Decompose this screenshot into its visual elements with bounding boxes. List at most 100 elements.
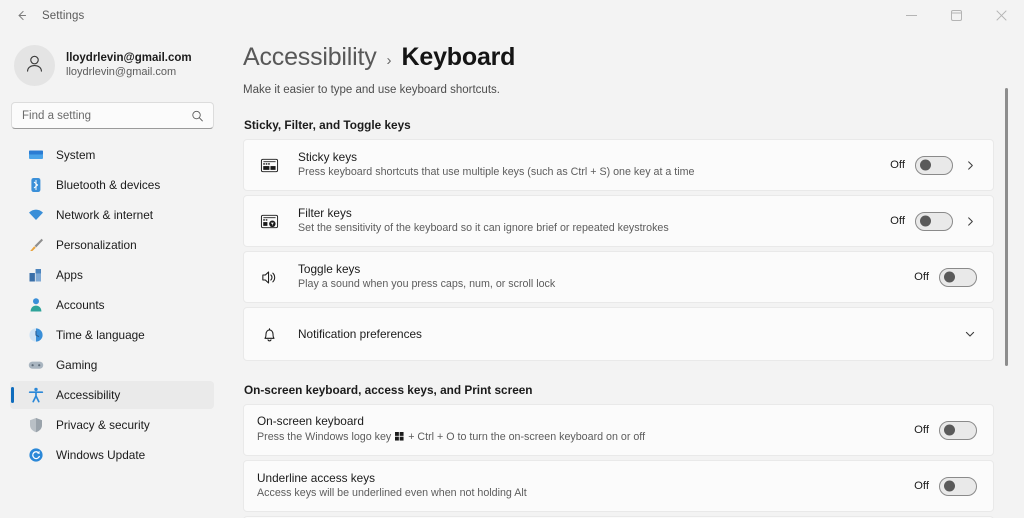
sidebar-item-gaming[interactable]: Gaming: [10, 351, 214, 379]
app-title: Settings: [42, 9, 85, 22]
toggle-state-label: Off: [914, 271, 929, 283]
accessibility-icon: [27, 387, 44, 404]
content-scrollbar[interactable]: [1005, 88, 1008, 366]
sidebar-item-label: Accessibility: [56, 388, 121, 402]
sidebar-item-label: Windows Update: [56, 448, 146, 462]
setting-description: Press the Windows logo key + Ctrl + O to…: [257, 431, 914, 446]
section-title-sticky-filter-toggle: Sticky, Filter, and Toggle keys: [244, 118, 411, 132]
minimize-button[interactable]: [889, 0, 934, 31]
sidebar-item-accounts[interactable]: Accounts: [10, 291, 214, 319]
breadcrumb-separator-icon: ›: [386, 52, 392, 69]
sidebar-item-apps[interactable]: Apps: [10, 261, 214, 289]
filter-keys-toggle[interactable]: [915, 211, 953, 231]
chevron-down-icon[interactable]: [963, 328, 977, 340]
sticky-keys-toggle[interactable]: [915, 155, 953, 175]
sidebar-item-network-internet[interactable]: Network & internet: [10, 201, 214, 229]
setting-description: Play a sound when you press caps, num, o…: [298, 278, 556, 291]
setting-text: Notification preferences: [298, 327, 963, 342]
setting-controls: Off: [890, 155, 977, 175]
breadcrumb-parent[interactable]: Accessibility: [243, 43, 377, 72]
sidebar-item-label: Network & internet: [56, 208, 154, 222]
toggle-state-label: Off: [914, 480, 929, 492]
clock-globe-icon: [27, 327, 44, 344]
setting-description-before: Press the Windows logo key: [257, 430, 392, 443]
sidebar-item-privacy-security[interactable]: Privacy & security: [10, 411, 214, 439]
setting-text: Underline access keys Access keys will b…: [257, 471, 914, 502]
toggle-keys-speaker-icon: [257, 268, 281, 287]
setting-description-after: + Ctrl + O to turn the on-screen keyboar…: [408, 430, 646, 443]
setting-row-underline-access-keys[interactable]: Underline access keys Access keys will b…: [243, 460, 994, 512]
toggle-state-label: Off: [914, 424, 929, 436]
sidebar-item-label: Time & language: [56, 328, 145, 342]
account-text: lloydrlevin@gmail.com lloydrlevin@gmail.…: [66, 51, 192, 79]
sidebar-item-accessibility[interactable]: Accessibility: [10, 381, 214, 409]
setting-controls: Off: [914, 476, 977, 496]
toggle-state-label: Off: [890, 159, 905, 171]
arrow-left-icon: [15, 9, 28, 22]
toggle-state-label: Off: [890, 215, 905, 227]
avatar: [14, 45, 55, 86]
account-icon: [27, 297, 44, 314]
content-pane: Accessibility › Keyboard Make it easier …: [224, 31, 1024, 518]
back-button[interactable]: [6, 3, 36, 29]
sidebar-nav: System Bluetooth & devices Network & int…: [8, 141, 216, 469]
setting-controls: Off: [890, 211, 977, 231]
setting-row-toggle-keys[interactable]: Toggle keys Play a sound when you press …: [243, 251, 994, 303]
breadcrumb: Accessibility › Keyboard: [243, 43, 994, 72]
search-container: [11, 102, 214, 129]
close-icon: [996, 10, 1007, 21]
sticky-keys-icon: [257, 156, 281, 175]
sidebar-item-label: Personalization: [56, 238, 137, 252]
title-bar: Settings: [0, 0, 1024, 31]
account-email: lloydrlevin@gmail.com: [66, 65, 177, 78]
setting-title: Notification preferences: [298, 326, 422, 341]
setting-row-filter-keys[interactable]: Filter keys Set the sensitivity of the k…: [243, 195, 994, 247]
sidebar-item-label: Gaming: [56, 358, 98, 372]
close-button[interactable]: [979, 0, 1024, 31]
maximize-button[interactable]: [934, 0, 979, 31]
setting-title: Underline access keys: [257, 470, 376, 485]
chevron-right-icon[interactable]: [963, 216, 977, 227]
search-input[interactable]: [11, 102, 214, 129]
on-screen-keyboard-toggle[interactable]: [939, 420, 977, 440]
setting-text: Sticky keys Press keyboard shortcuts tha…: [298, 150, 890, 181]
sidebar-item-time-language[interactable]: Time & language: [10, 321, 214, 349]
setting-title: Filter keys: [298, 205, 352, 220]
sidebar-item-label: Privacy & security: [56, 418, 150, 432]
setting-title: On-screen keyboard: [257, 414, 364, 429]
sidebar-item-label: Apps: [56, 268, 83, 282]
shield-icon: [27, 417, 44, 434]
brush-icon: [27, 237, 44, 254]
window-body: lloydrlevin@gmail.com lloydrlevin@gmail.…: [0, 31, 1024, 518]
section-sticky-filter-toggle: Sticky keys Press keyboard shortcuts tha…: [243, 139, 994, 361]
setting-row-notification-preferences[interactable]: Notification preferences: [243, 307, 994, 361]
sidebar-item-label: Bluetooth & devices: [56, 178, 161, 192]
account-card[interactable]: lloydrlevin@gmail.com lloydrlevin@gmail.…: [8, 39, 216, 92]
monitor-icon: [27, 147, 44, 164]
toggle-keys-toggle[interactable]: [939, 267, 977, 287]
sidebar-item-system[interactable]: System: [10, 141, 214, 169]
window-controls: [889, 0, 1024, 31]
sidebar-item-personalization[interactable]: Personalization: [10, 231, 214, 259]
setting-controls: Off: [914, 420, 977, 440]
setting-row-on-screen-keyboard[interactable]: On-screen keyboard Press the Windows log…: [243, 404, 994, 456]
sidebar-item-label: System: [56, 148, 96, 162]
bluetooth-icon: [27, 177, 44, 194]
gamepad-icon: [27, 357, 44, 374]
sidebar-item-label: Accounts: [56, 298, 105, 312]
setting-row-sticky-keys[interactable]: Sticky keys Press keyboard shortcuts tha…: [243, 139, 994, 191]
section-title-onscreen-keyboard: On-screen keyboard, access keys, and Pri…: [244, 383, 533, 397]
sidebar-item-windows-update[interactable]: Windows Update: [10, 441, 214, 469]
setting-text: Filter keys Set the sensitivity of the k…: [298, 206, 890, 237]
minimize-icon: [906, 10, 917, 21]
person-icon: [23, 52, 46, 80]
setting-title: Toggle keys: [298, 261, 361, 276]
page-subtitle: Make it easier to type and use keyboard …: [243, 84, 500, 96]
windows-logo-key-icon: [395, 431, 404, 446]
underline-access-keys-toggle[interactable]: [939, 476, 977, 496]
restore-icon: [951, 10, 962, 21]
setting-description: Set the sensitivity of the keyboard so i…: [298, 222, 669, 235]
chevron-right-icon[interactable]: [963, 160, 977, 171]
setting-text: On-screen keyboard Press the Windows log…: [257, 414, 914, 446]
sidebar-item-bluetooth-devices[interactable]: Bluetooth & devices: [10, 171, 214, 199]
